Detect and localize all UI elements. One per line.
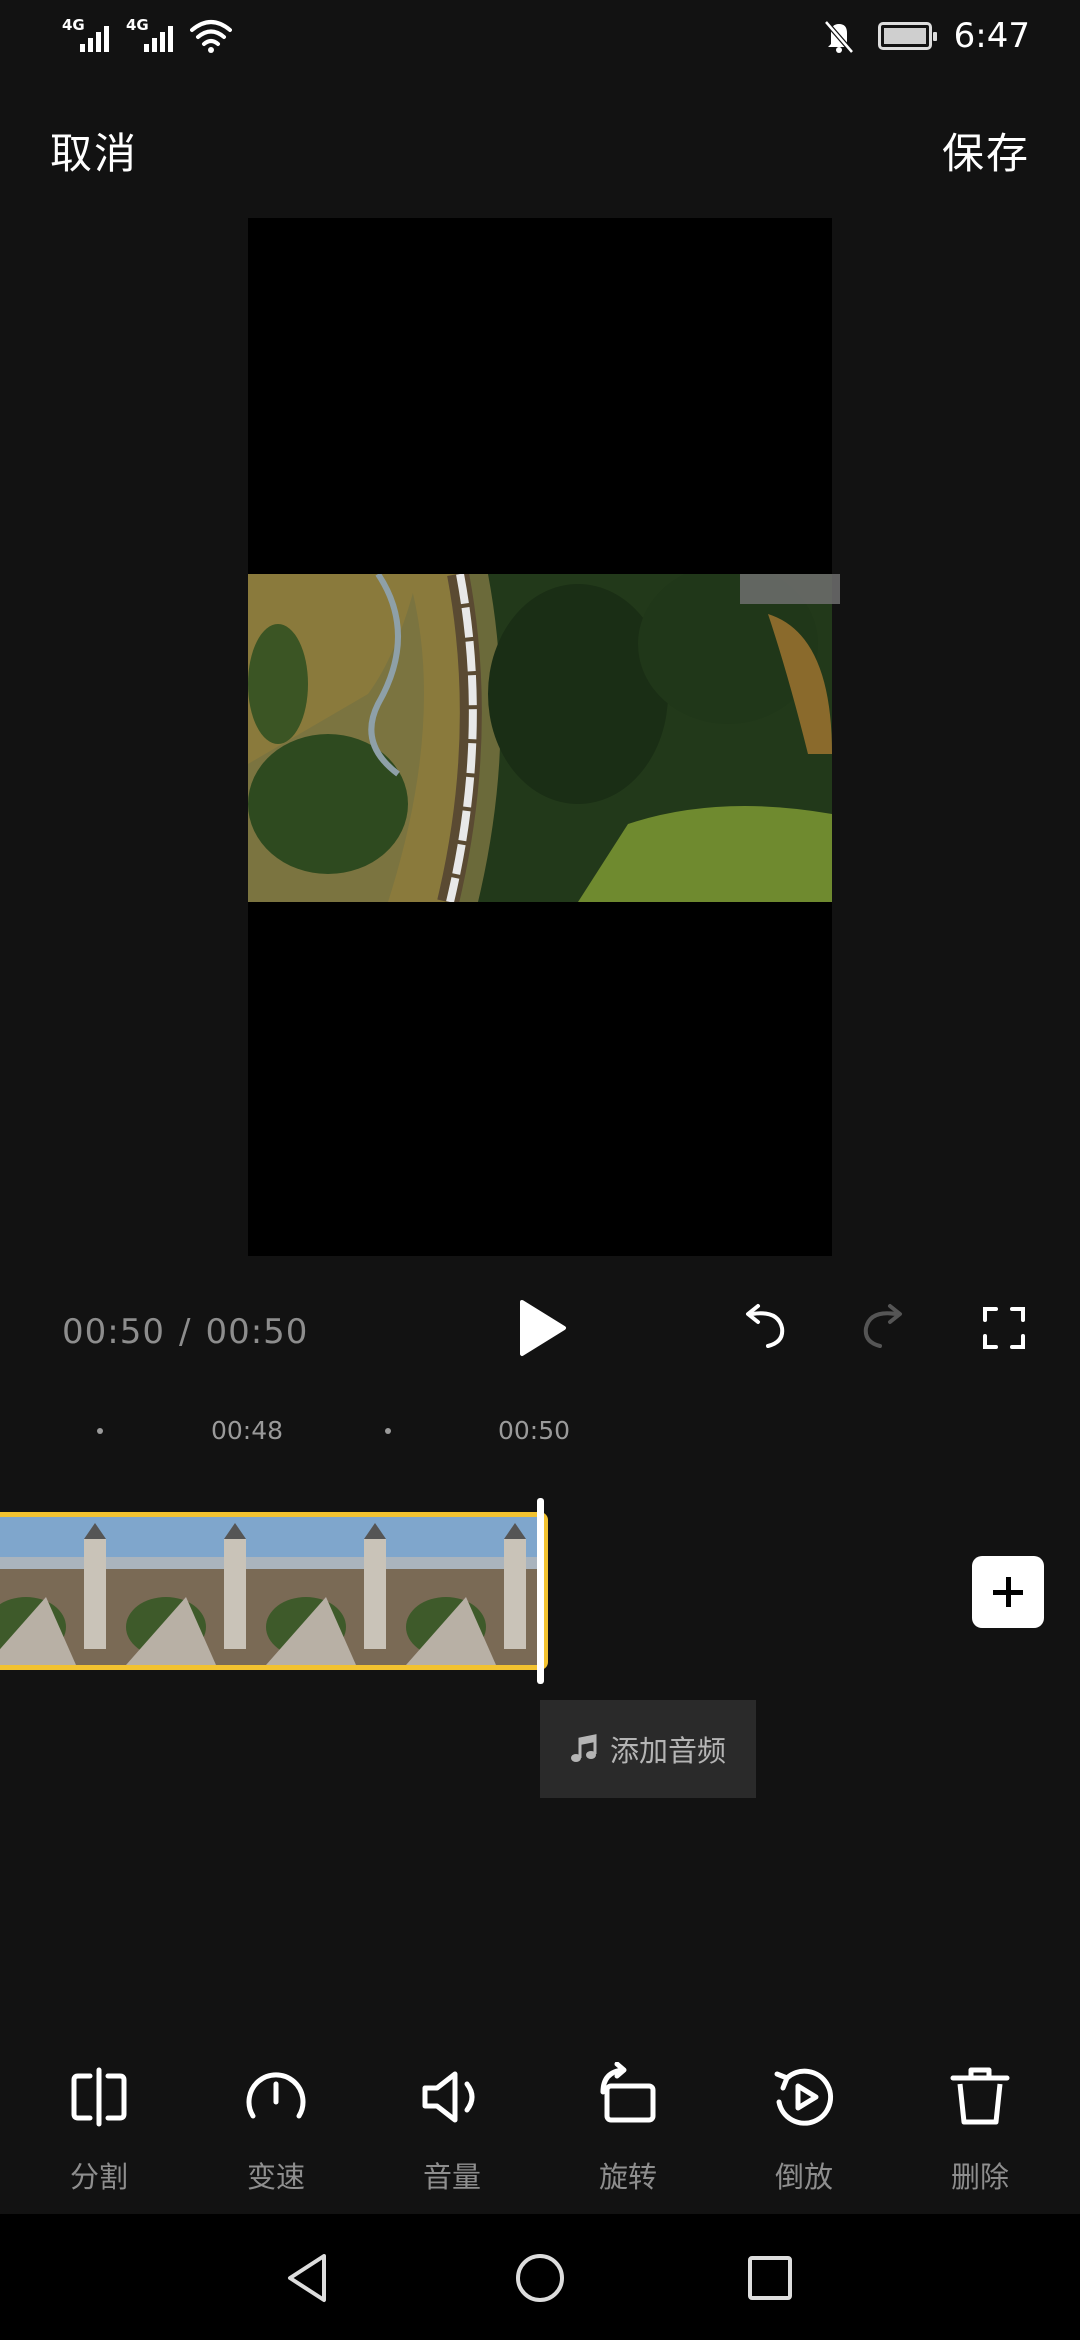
tool-label: 删除 [950,2160,1009,2194]
wifi-icon [190,20,232,53]
tool-volume[interactable]: 音量 [392,2062,512,2196]
play-icon[interactable] [516,1298,568,1358]
ruler-label: 00:50 [498,1416,571,1445]
bell-muted-icon [823,20,854,54]
clock: 6:47 [953,16,1030,56]
tool-rotate[interactable]: 旋转 [568,2062,688,2196]
clip-thumbnail [406,1517,543,1665]
add-clip-button[interactable] [972,1556,1044,1628]
ruler-label: 00:48 [211,1416,284,1445]
music-note-icon [570,1734,597,1762]
video-clip-track[interactable] [0,1512,548,1670]
volume-icon [422,2071,475,2123]
status-left: 4G 4G [62,14,232,54]
trash-icon [950,2067,1010,2125]
tool-label: 音量 [422,2160,481,2194]
tool-speed[interactable]: 变速 [216,2062,336,2196]
tool-delete[interactable]: 删除 [920,2062,1040,2196]
tool-label: 旋转 [598,2160,657,2194]
reverse-play-icon [774,2068,833,2126]
tool-split[interactable]: 分割 [39,2062,159,2196]
ruler-tick [97,1428,103,1434]
time-display: 00:50 / 00:50 [62,1312,308,1352]
system-nav-bar [0,2214,1080,2340]
battery-charging-icon [877,22,937,50]
fullscreen-icon[interactable] [982,1306,1026,1350]
recents-icon[interactable] [744,2252,796,2304]
back-icon[interactable] [282,2252,334,2304]
tool-label: 变速 [246,2160,305,2194]
add-audio-button[interactable]: 添加音频 [540,1700,756,1798]
redo-icon[interactable] [860,1302,908,1350]
video-preview[interactable] [248,218,832,1256]
clip-thumbnail [126,1517,266,1665]
signal-icon: 4G [62,14,114,54]
home-icon[interactable] [514,2252,566,2304]
speed-gauge-icon [246,2072,306,2119]
playhead[interactable] [537,1498,544,1684]
ruler-tick [385,1428,391,1434]
cancel-button[interactable]: 取消 [50,120,138,181]
save-button[interactable]: 保存 [942,120,1030,181]
video-frame [248,574,832,902]
add-audio-label: 添加音频 [609,1734,726,1768]
tool-label: 分割 [69,2160,128,2194]
clip-thumbnail [0,1517,126,1665]
split-icon [71,2067,127,2127]
signal-icon: 4G [126,14,178,54]
blurred-watermark [740,574,840,604]
clip-thumbnail [266,1517,406,1665]
total-time: 00:50 [205,1312,309,1352]
undo-icon[interactable] [740,1302,788,1350]
current-time: 00:50 [62,1312,165,1352]
status-right: 6:47 [822,16,1030,56]
tool-label: 倒放 [774,2160,833,2194]
edit-toolbar: 分割 变速 音量 旋转 倒放 删除 [0,2062,1080,2212]
rotate-icon [600,2062,656,2123]
status-bar: 4G 4G 6:47 [0,0,1080,72]
time-separator: / [178,1312,192,1352]
tool-reverse[interactable]: 倒放 [744,2062,864,2196]
